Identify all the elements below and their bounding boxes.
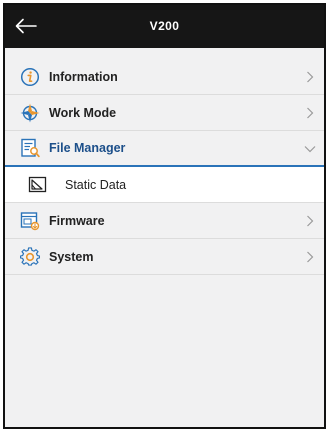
compass-icon <box>20 103 40 123</box>
menu-item-system[interactable]: System <box>5 239 324 275</box>
gear-icon <box>20 246 40 267</box>
chevron-right-icon <box>304 214 316 228</box>
menu-item-label: Work Mode <box>49 105 117 120</box>
submenu-item-static-data[interactable]: Static Data <box>5 167 324 203</box>
menu-item-label: Information <box>49 69 118 84</box>
file-manager-icon <box>20 138 40 158</box>
menu-item-information[interactable]: Information <box>5 59 324 95</box>
chevron-down-icon <box>304 142 316 156</box>
static-data-icon <box>28 176 48 194</box>
page-title: V200 <box>149 19 180 33</box>
chevron-right-icon <box>304 106 316 120</box>
app-screen: V200 Information Work Mode File Manager … <box>3 3 326 429</box>
settings-menu: Information Work Mode File Manager Stati… <box>5 59 324 275</box>
menu-item-file-manager[interactable]: File Manager <box>5 131 324 167</box>
info-icon <box>20 67 40 87</box>
menu-item-label: Firmware <box>49 213 105 228</box>
menu-item-label: File Manager <box>49 141 126 155</box>
menu-item-firmware[interactable]: Firmware <box>5 203 324 239</box>
title-bar: V200 <box>5 5 324 48</box>
chevron-right-icon <box>304 250 316 264</box>
submenu-item-label: Static Data <box>65 177 127 192</box>
firmware-icon <box>20 211 40 231</box>
chevron-right-icon <box>304 70 316 84</box>
menu-item-work-mode[interactable]: Work Mode <box>5 95 324 131</box>
menu-item-label: System <box>49 249 94 264</box>
